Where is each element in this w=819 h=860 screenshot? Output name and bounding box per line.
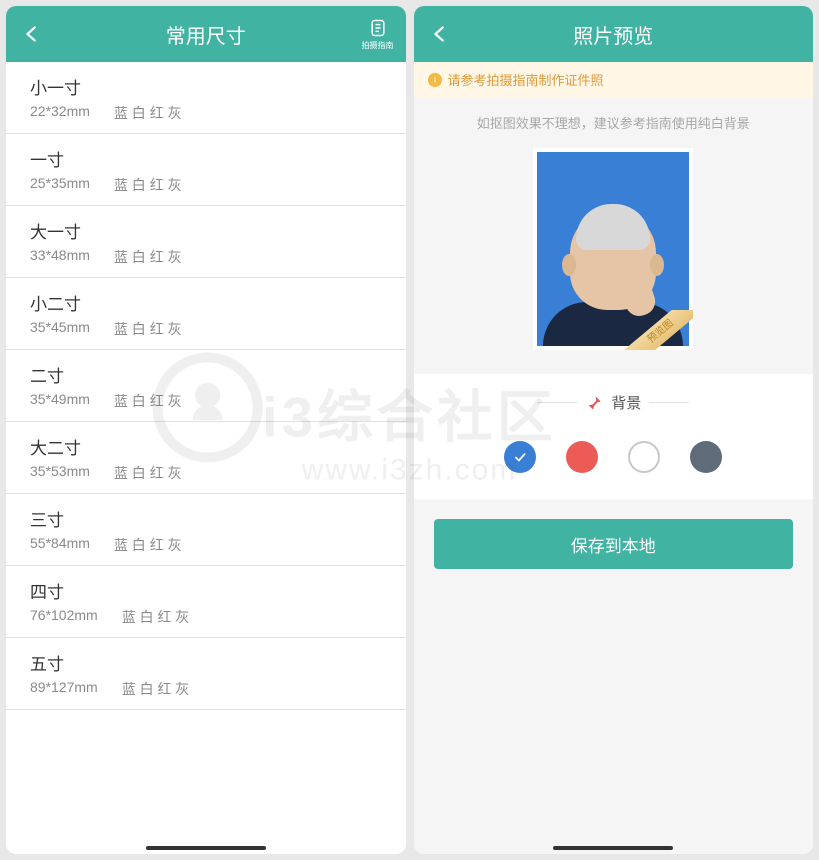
size-dimension: 35*49mm <box>30 391 90 411</box>
pin-icon <box>585 394 603 412</box>
arrow-left-icon <box>21 23 43 45</box>
size-dimension: 33*48mm <box>30 247 90 267</box>
info-icon <box>428 73 442 87</box>
size-colors: 蓝 白 红 灰 <box>114 463 182 483</box>
hint-text: 如抠图效果不理想，建议参考指南使用纯白背景 <box>477 113 750 132</box>
topbar-left: 常用尺寸 拍摄指南 <box>6 6 406 62</box>
size-colors: 蓝 白 红 灰 <box>114 319 182 339</box>
size-row[interactable]: 三寸 55*84mm 蓝 白 红 灰 <box>6 494 406 566</box>
swatch-grey[interactable] <box>690 441 722 473</box>
size-row[interactable]: 一寸 25*35mm 蓝 白 红 灰 <box>6 134 406 206</box>
swatch-blue[interactable] <box>504 441 536 473</box>
screen-photo-preview: 照片预览 请参考拍摄指南制作证件照 如抠图效果不理想，建议参考指南使用纯白背景 … <box>414 6 814 854</box>
size-dimension: 76*102mm <box>30 607 98 627</box>
background-label: 背景 <box>611 392 641 413</box>
document-icon <box>368 18 388 38</box>
home-indicator <box>553 846 673 850</box>
size-colors: 蓝 白 红 灰 <box>114 175 182 195</box>
size-row[interactable]: 大一寸 33*48mm 蓝 白 红 灰 <box>6 206 406 278</box>
screen-size-list: 常用尺寸 拍摄指南 小一寸22*32mm蓝 白 红 灰一寸25*35mm蓝 白 … <box>6 6 406 854</box>
size-name: 二寸 <box>30 362 382 387</box>
page-title: 照片预览 <box>414 20 814 49</box>
size-colors: 蓝 白 红 灰 <box>114 391 182 411</box>
tip-banner: 请参考拍摄指南制作证件照 <box>414 62 814 97</box>
arrow-left-icon <box>429 23 451 45</box>
size-colors: 蓝 白 红 灰 <box>122 607 190 627</box>
size-row[interactable]: 二寸 35*49mm 蓝 白 红 灰 <box>6 350 406 422</box>
save-button[interactable]: 保存到本地 <box>434 519 794 569</box>
size-name: 四寸 <box>30 578 382 603</box>
size-colors: 蓝 白 红 灰 <box>114 103 182 123</box>
page-title: 常用尺寸 <box>6 20 406 49</box>
size-name: 三寸 <box>30 506 382 531</box>
size-dimension: 55*84mm <box>30 535 90 555</box>
size-row[interactable]: 小一寸 22*32mm 蓝 白 红 灰 <box>6 62 406 134</box>
size-row[interactable]: 大二寸 35*53mm 蓝 白 红 灰 <box>6 422 406 494</box>
preview-area: 如抠图效果不理想，建议参考指南使用纯白背景 预览图 背景 保存到本地 <box>414 97 814 854</box>
home-indicator <box>146 846 266 850</box>
size-colors: 蓝 白 红 灰 <box>114 535 182 555</box>
swatch-white[interactable] <box>628 441 660 473</box>
size-dimension: 35*53mm <box>30 463 90 483</box>
size-dimension: 35*45mm <box>30 319 90 339</box>
back-button[interactable] <box>20 22 44 46</box>
size-row[interactable]: 小二寸 35*45mm 蓝 白 红 灰 <box>6 278 406 350</box>
size-name: 一寸 <box>30 146 382 171</box>
size-row[interactable]: 五寸 89*127mm 蓝 白 红 灰 <box>6 638 406 710</box>
size-name: 小二寸 <box>30 290 382 315</box>
background-section: 背景 <box>414 374 814 499</box>
size-row[interactable]: 四寸 76*102mm 蓝 白 红 灰 <box>6 566 406 638</box>
size-name: 小一寸 <box>30 74 382 99</box>
swatch-red[interactable] <box>566 441 598 473</box>
photo-preview: 预览图 <box>533 148 693 350</box>
size-dimension: 22*32mm <box>30 103 90 123</box>
shooting-guide-button[interactable]: 拍摄指南 <box>362 18 394 51</box>
check-icon <box>513 450 527 464</box>
back-button[interactable] <box>428 22 452 46</box>
size-colors: 蓝 白 红 灰 <box>114 247 182 267</box>
guide-label: 拍摄指南 <box>362 40 394 51</box>
size-list: 小一寸22*32mm蓝 白 红 灰一寸25*35mm蓝 白 红 灰大一寸33*4… <box>6 62 406 854</box>
size-name: 五寸 <box>30 650 382 675</box>
size-name: 大一寸 <box>30 218 382 243</box>
size-dimension: 89*127mm <box>30 679 98 699</box>
size-colors: 蓝 白 红 灰 <box>122 679 190 699</box>
color-swatches <box>504 441 722 473</box>
topbar-right: 照片预览 <box>414 6 814 62</box>
size-name: 大二寸 <box>30 434 382 459</box>
tip-text: 请参考拍摄指南制作证件照 <box>448 70 604 89</box>
photo-image <box>537 152 689 346</box>
size-dimension: 25*35mm <box>30 175 90 195</box>
